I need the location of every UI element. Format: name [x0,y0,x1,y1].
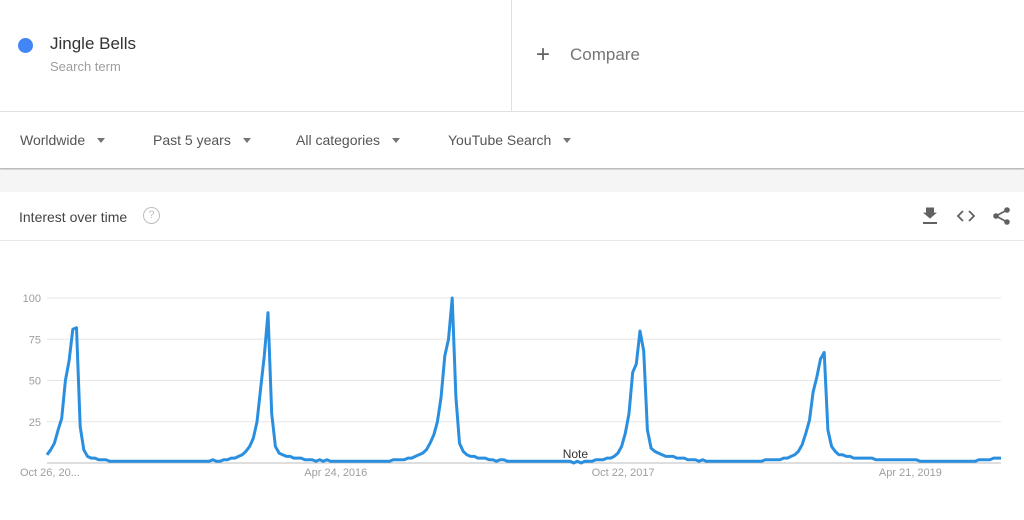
filter-region-dropdown[interactable]: Worldwide [20,132,105,148]
filter-time-dropdown[interactable]: Past 5 years [153,132,251,148]
compare-label: Compare [570,45,640,65]
filter-label: Worldwide [20,132,85,148]
help-icon[interactable]: ? [143,207,160,224]
search-term-subtitle: Search term [50,59,121,74]
series-color-dot [18,38,33,53]
interest-chart: 25 50 75 100 Oct 26, 20... Apr 24, 2016 Oct 2… [0,241,1024,515]
search-terms-bar: Jingle Bells Search term + Compare [0,0,1024,112]
filter-search-type-dropdown[interactable]: YouTube Search [448,132,571,148]
embed-icon[interactable] [956,206,976,226]
x-tick-label: Oct 22, 2017 [592,467,655,479]
compare-button[interactable]: + Compare [536,44,640,66]
filter-category-dropdown[interactable]: All categories [296,132,400,148]
share-icon[interactable] [992,206,1012,226]
dropdown-caret-icon [97,138,105,143]
plus-icon: + [536,44,556,66]
x-tick-label: Oct 26, 20... [20,467,80,479]
card-title: Interest over time [19,209,127,225]
y-tick-label: 75 [29,334,41,346]
search-term-card[interactable]: Jingle Bells Search term [0,0,512,111]
filter-label: YouTube Search [448,132,551,148]
y-tick-label: 100 [23,293,41,305]
chart-annotation-note: Note [563,447,589,461]
y-tick-label: 50 [29,376,41,388]
x-tick-label: Apr 21, 2019 [879,467,942,479]
section-divider [0,170,1024,192]
interest-over-time-header: Interest over time ? [0,192,1024,241]
search-term-name[interactable]: Jingle Bells [50,34,136,54]
filters-bar: Worldwide Past 5 years All categories Yo… [0,112,1024,169]
y-tick-label: 25 [29,417,41,429]
dropdown-caret-icon [392,138,400,143]
download-icon[interactable] [920,206,940,226]
line-chart: 25 50 75 100 Oct 26, 20... Apr 24, 2016 Oct 2… [0,241,1024,515]
dropdown-caret-icon [243,138,251,143]
filter-label: Past 5 years [153,132,231,148]
filter-label: All categories [296,132,380,148]
dropdown-caret-icon [563,138,571,143]
x-tick-label: Apr 24, 2016 [304,467,367,479]
